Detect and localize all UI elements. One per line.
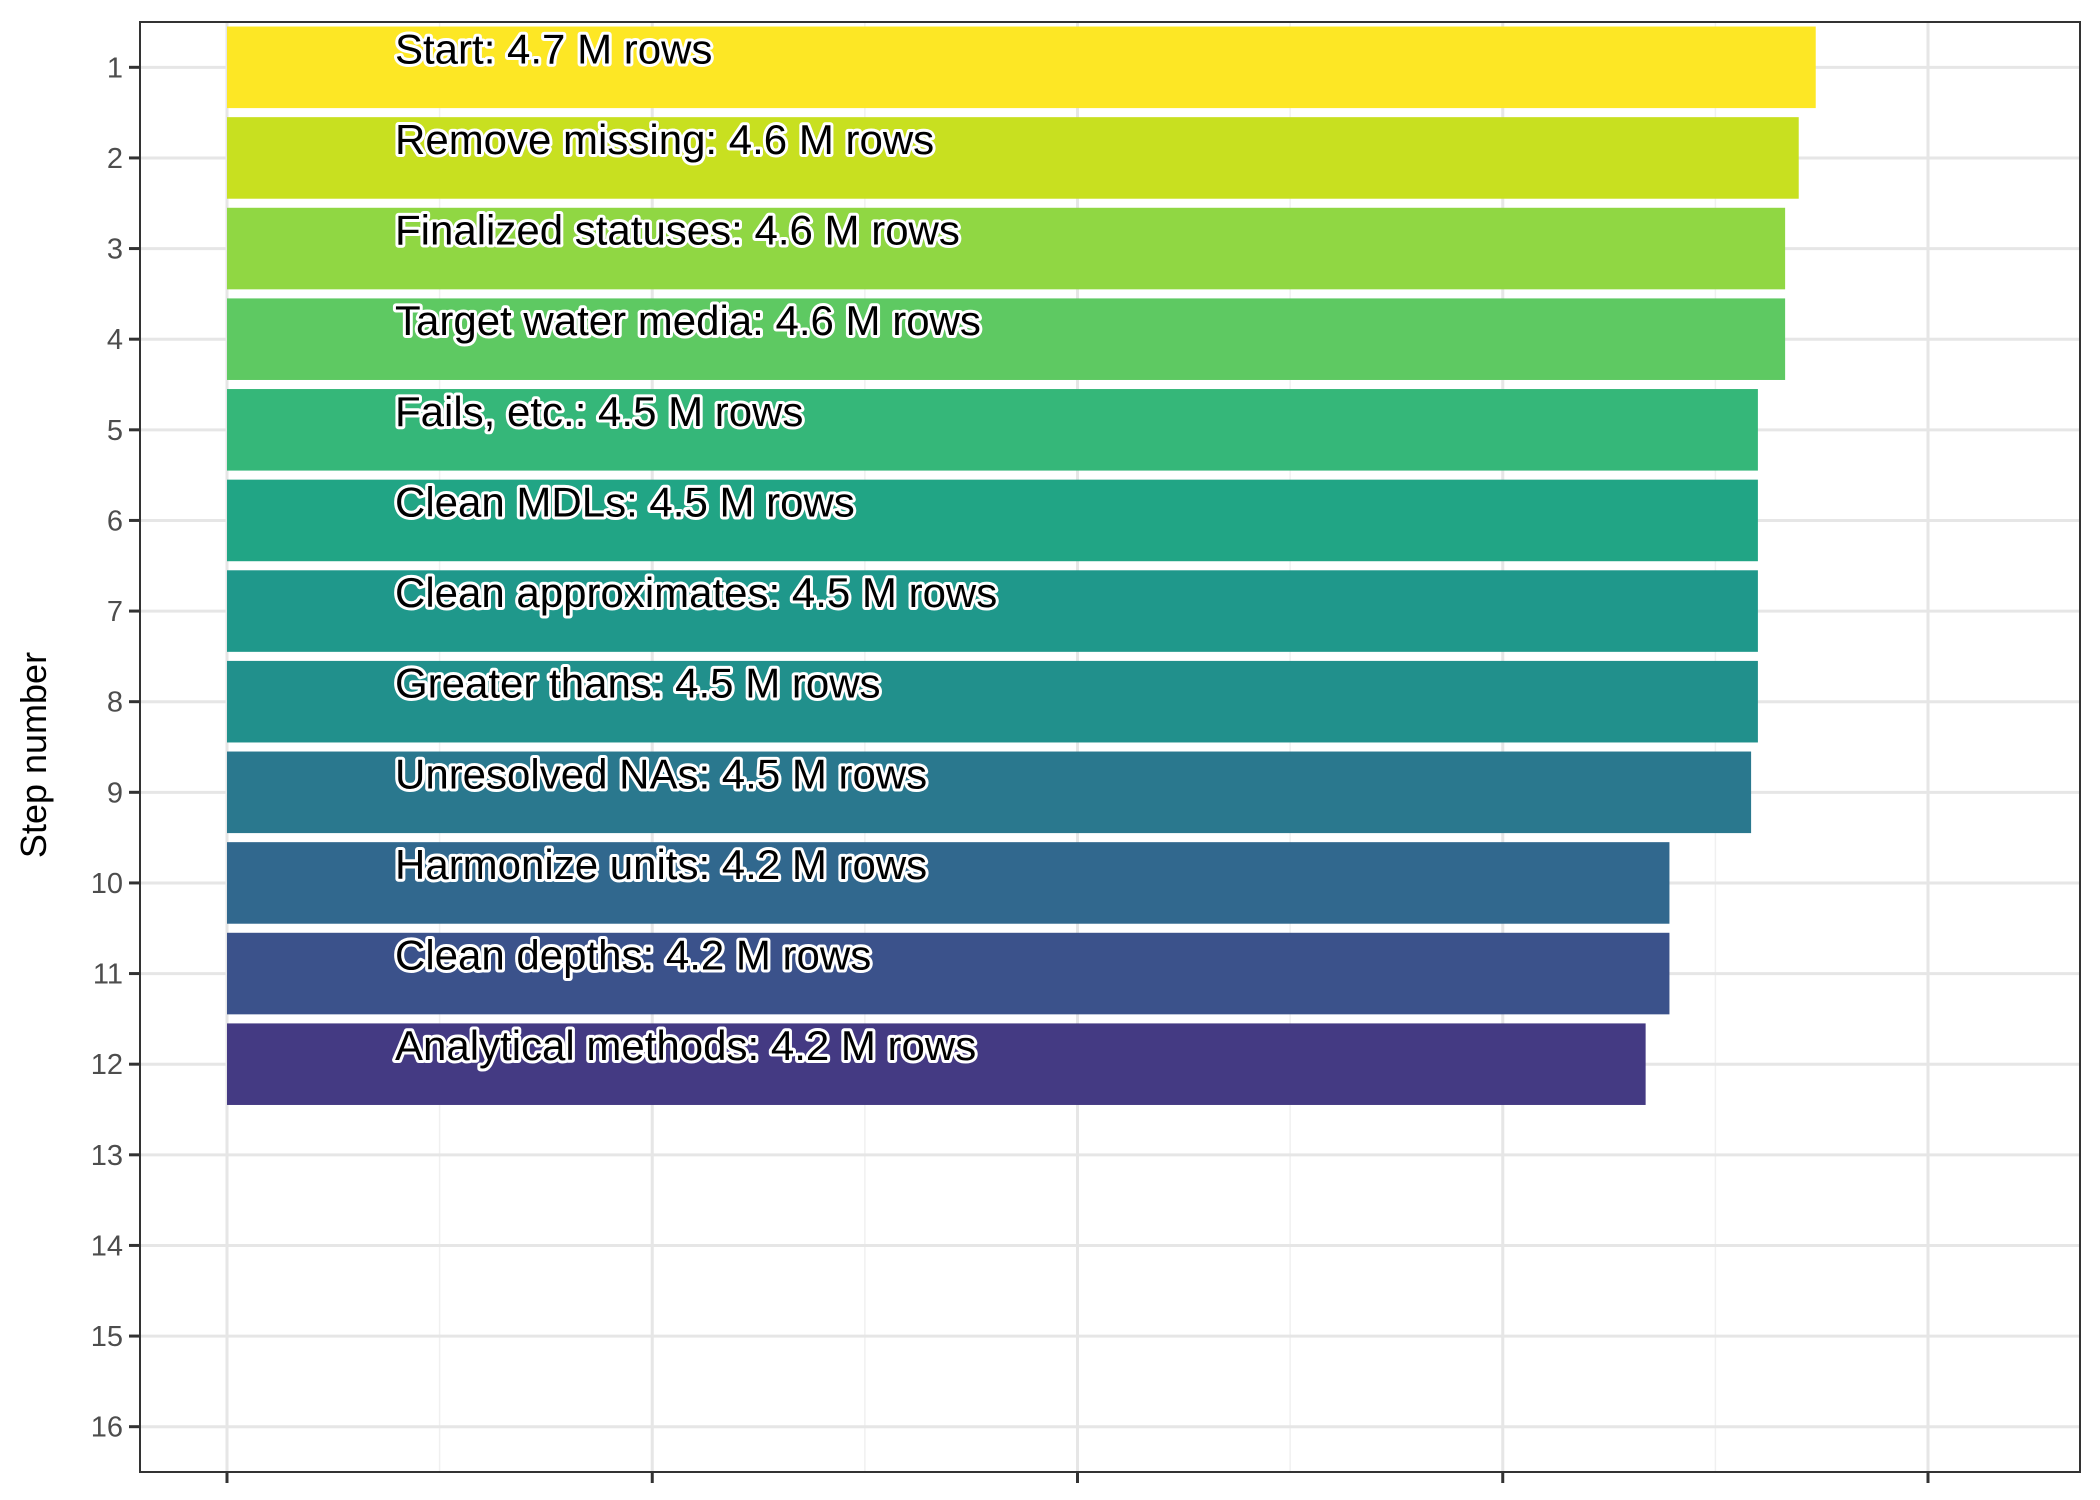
y-tick-label: 12 <box>91 1049 123 1081</box>
plot-panel: Start: 4.7 M rows Remove missing: 4.6 M r… <box>139 21 2081 1473</box>
y-tick-label: 5 <box>107 415 123 447</box>
bar-label-step-5: Fails, etc.: 4.5 M rows <box>395 388 803 435</box>
bar-label-step-12: Analytical methods: 4.2 M rows <box>395 1022 976 1069</box>
bar-label-step-2: Remove missing: 4.6 M rows <box>395 116 934 163</box>
y-tick-label: 1 <box>107 52 123 84</box>
y-tick-label: 2 <box>107 143 123 175</box>
y-tick-label: 10 <box>91 868 123 900</box>
bar-label-step-8: Greater thans: 4.5 M rows <box>395 660 881 707</box>
y-tick-label: 7 <box>107 596 123 628</box>
bar-label-step-10: Harmonize units: 4.2 M rows <box>395 841 927 888</box>
y-tick-label: 9 <box>107 777 123 809</box>
y-tick-label: 6 <box>107 505 123 537</box>
y-tick-label: 15 <box>91 1321 123 1353</box>
y-tick-label: 8 <box>107 687 123 719</box>
bar-label-step-9: Unresolved NAs: 4.5 M rows <box>395 750 927 797</box>
bar-label-step-6: Clean MDLs: 4.5 M rows <box>395 478 855 525</box>
bar-label-step-1: Start: 4.7 M rows <box>395 25 712 72</box>
y-tick-label: 13 <box>91 1140 123 1172</box>
y-tick-label: 14 <box>91 1230 123 1262</box>
step-bar-chart: Start: 4.7 M rows Remove missing: 4.6 M r… <box>0 0 2100 1500</box>
bar-label-step-11: Clean depths: 4.2 M rows <box>395 932 871 979</box>
bar-label-step-3: Finalized statuses: 4.6 M rows <box>395 207 960 254</box>
y-tick-label: 4 <box>107 324 123 356</box>
y-tick-label: 16 <box>91 1412 123 1444</box>
y-tick-label: 3 <box>107 234 123 266</box>
bar-label-step-7: Clean approximates: 4.5 M rows <box>395 569 997 616</box>
y-axis-title: Step number <box>13 652 54 858</box>
bar-label-step-4: Target water media: 4.6 M rows <box>395 297 981 344</box>
y-tick-label: 11 <box>93 959 123 991</box>
